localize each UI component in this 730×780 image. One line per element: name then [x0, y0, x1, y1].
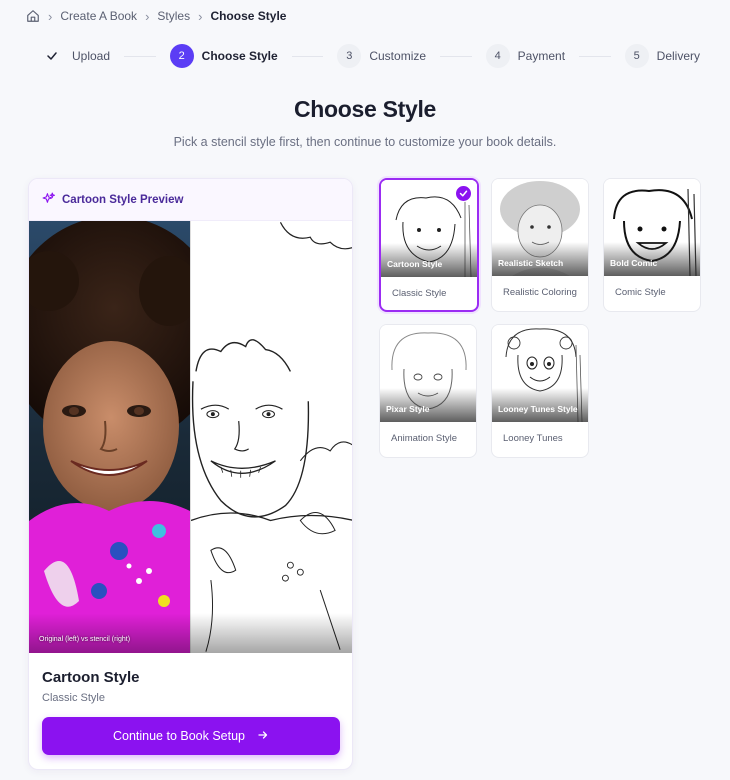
style-preview-card: Cartoon Style Preview Original (left) vs…	[28, 178, 353, 770]
step-number: 4	[485, 44, 510, 68]
step-upload[interactable]: Upload	[40, 44, 110, 68]
home-icon[interactable]	[26, 9, 40, 23]
step-label: Payment	[517, 49, 566, 63]
stencil-sketch	[190, 221, 352, 653]
chevron-right-icon: ›	[198, 8, 203, 24]
step-number: 5	[624, 44, 649, 68]
style-description: Animation Style	[391, 433, 458, 444]
style-name: Pixar Style	[386, 403, 430, 414]
step-choose-style[interactable]: 2 Choose Style	[169, 44, 278, 68]
original-photo	[29, 221, 190, 653]
style-thumbnail: Looney Tunes Style	[492, 325, 588, 422]
step-connector	[579, 55, 611, 57]
style-name: Cartoon Style	[387, 258, 443, 269]
step-label: Customize	[369, 49, 427, 63]
style-description: Classic Style	[392, 288, 447, 299]
step-connector	[440, 55, 472, 57]
arrow-right-icon	[257, 729, 269, 744]
chevron-right-icon: ›	[145, 8, 150, 24]
style-card-looney-tunes[interactable]: Looney Tunes Style Looney Tunes	[491, 324, 589, 458]
page-subtitle: Pick a stencil style first, then continu…	[173, 135, 557, 149]
selected-checkmark-icon	[455, 185, 472, 202]
preview-header-label: Cartoon Style Preview	[62, 193, 184, 206]
style-thumbnail: Realistic Sketch	[492, 179, 588, 276]
style-thumbnail: Bold Comic	[604, 179, 700, 276]
style-name: Bold Comic	[610, 257, 658, 268]
stepper: Upload 2 Choose Style 3 Customize 4 Paym…	[40, 43, 700, 69]
continue-to-book-setup-button[interactable]: Continue to Book Setup	[42, 717, 340, 755]
preview-style-subtitle: Classic Style	[42, 692, 105, 704]
step-label: Delivery	[656, 49, 701, 63]
preview-caption: Original (left) vs stencil (right)	[39, 636, 131, 643]
style-card-cartoon[interactable]: Cartoon Style Classic Style	[379, 178, 479, 312]
step-number: 3	[337, 44, 362, 68]
preview-fade	[29, 613, 352, 653]
step-label: Upload	[72, 49, 111, 63]
continue-label: Continue to Book Setup	[112, 729, 246, 743]
page-heading: Choose Style Pick a stencil style first,…	[0, 96, 730, 149]
style-card-realistic-sketch[interactable]: Realistic Sketch Realistic Coloring	[491, 178, 589, 312]
style-description: Realistic Coloring	[503, 287, 577, 298]
checkmark-icon	[40, 44, 64, 68]
step-connector	[291, 55, 324, 57]
chevron-right-icon: ›	[48, 8, 53, 24]
style-description: Looney Tunes	[503, 433, 563, 444]
step-connector	[124, 55, 156, 57]
style-name: Looney Tunes Style	[498, 403, 578, 414]
step-payment[interactable]: 4 Payment	[485, 44, 566, 68]
sparkles-icon	[42, 192, 55, 208]
step-number: 2	[169, 44, 194, 68]
style-name: Realistic Sketch	[498, 257, 564, 268]
style-thumbnail: Pixar Style	[380, 325, 476, 422]
preview-header: Cartoon Style Preview	[29, 179, 352, 221]
preview-comparison-image: Original (left) vs stencil (right)	[29, 221, 352, 653]
breadcrumb: › Create A Book › Styles › Choose Style	[26, 7, 286, 25]
breadcrumb-create-book[interactable]: Create A Book	[60, 9, 137, 23]
style-card-bold-comic[interactable]: Bold Comic Comic Style	[603, 178, 701, 312]
style-card-pixar[interactable]: Pixar Style Animation Style	[379, 324, 477, 458]
step-delivery[interactable]: 5 Delivery	[624, 44, 701, 68]
step-customize[interactable]: 3 Customize	[337, 44, 426, 68]
step-label: Choose Style	[201, 49, 278, 63]
preview-style-name: Cartoon Style	[42, 669, 140, 686]
breadcrumb-current: Choose Style	[210, 9, 287, 23]
breadcrumb-styles[interactable]: Styles	[157, 9, 190, 23]
style-thumbnail: Cartoon Style	[381, 180, 477, 277]
page-title: Choose Style	[293, 96, 437, 122]
style-description: Comic Style	[615, 287, 666, 298]
